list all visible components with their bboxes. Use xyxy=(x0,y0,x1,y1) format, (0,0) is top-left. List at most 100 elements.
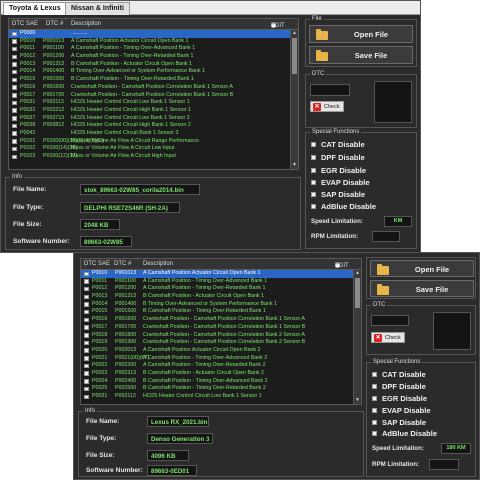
scrollbar-thumb[interactable] xyxy=(355,278,360,308)
scroll-down-icon[interactable]: ▼ xyxy=(354,397,361,404)
rpm-limitation-input[interactable] xyxy=(372,231,400,242)
checkbox-icon[interactable] xyxy=(84,279,89,284)
table-row[interactable]: P0013 P001313 B Camshaft Position - Actuat… xyxy=(81,293,353,301)
scroll-up-icon[interactable]: ▲ xyxy=(354,270,361,277)
table-row[interactable]: P0016 P001600 Crankshaft Position - Camsha… xyxy=(9,84,290,92)
speed-limitation-input[interactable]: KM xyxy=(384,216,412,227)
checkbox-icon[interactable] xyxy=(12,154,17,159)
checkbox-icon[interactable] xyxy=(12,39,17,44)
table-row[interactable]: P0000........... xyxy=(9,30,290,38)
cat-disable-checkbox[interactable]: CAT Disable xyxy=(311,140,365,149)
table-row[interactable]: P0103 P0100(12)(17) Mass or Volume Air Flo… xyxy=(9,153,290,161)
checkbox-icon[interactable] xyxy=(12,46,17,52)
checkbox-icon[interactable] xyxy=(84,302,89,307)
dtc-list[interactable]: DTC SAE DTC # Description EDIT P0000....… xyxy=(8,18,299,170)
table-row[interactable]: P0032 P003212 HO2S Heater Control Circuit … xyxy=(9,107,290,115)
scroll-up-icon[interactable]: ▲ xyxy=(291,30,298,37)
check-button[interactable]: ✕ Check xyxy=(371,332,405,343)
scrollbar-thumb[interactable] xyxy=(292,38,297,74)
checkbox-icon[interactable] xyxy=(12,93,17,98)
table-row[interactable]: P0020 P002013 A Camshaft Position Actuator… xyxy=(81,347,353,355)
table-row[interactable]: P0017 P001700 Crankshaft Position - Camsha… xyxy=(81,324,353,332)
table-row[interactable]: P0014 P001400 B Timing Over-Advanced or Sy… xyxy=(9,68,290,76)
checkbox-icon[interactable] xyxy=(84,348,89,353)
scroll-down-icon[interactable]: ▼ xyxy=(291,162,298,169)
table-row[interactable]: P0042 HO2S Heater Control Circuit Bank 1 … xyxy=(9,130,290,138)
table-row[interactable]: P0031 P003113 HO2S Heater Control Circuit … xyxy=(9,99,290,107)
save-file-button[interactable]: Save File xyxy=(370,280,474,297)
table-row[interactable]: P0101 P0100(00)(10)(0)(4)(8)(C) Mass or Vo… xyxy=(9,138,290,146)
checkbox-icon[interactable] xyxy=(84,394,89,399)
checkbox-icon[interactable] xyxy=(84,271,89,276)
dtc-input[interactable] xyxy=(371,315,409,326)
open-file-button[interactable]: Open File xyxy=(309,25,413,43)
table-row[interactable]: P0010 P001013 A Camshaft Position Actuator… xyxy=(9,38,290,46)
table-row[interactable]: P0031 P003113 HO2S Heater Control Circuit … xyxy=(81,393,353,401)
table-row[interactable]: P0019 P001900 Crankshaft Position - Camsha… xyxy=(81,339,353,347)
tab-toyota-lexus[interactable]: Toyota & Lexus xyxy=(3,2,67,15)
table-row[interactable]: P0011 P001100 A Camshaft Position - Timing… xyxy=(9,45,290,53)
open-file-button[interactable]: Open File xyxy=(370,260,474,277)
checkbox-icon[interactable] xyxy=(12,54,17,60)
dtc-input[interactable] xyxy=(310,84,350,96)
table-row[interactable]: P0012 P001200 A Camshaft Position - Timing… xyxy=(9,53,290,61)
checkbox-icon[interactable] xyxy=(12,100,17,106)
table-row[interactable]: P0016 P001600 Crankshaft Position - Camsha… xyxy=(81,316,353,324)
egr-disable-checkbox[interactable]: EGR Disable xyxy=(372,394,427,403)
table-row[interactable]: P0025 P002500 B Camshaft Position - Timing… xyxy=(81,385,353,393)
dtc-list[interactable]: DTC SAE DTC # Description EDIT P0010 P001… xyxy=(80,258,362,405)
checkbox-icon[interactable] xyxy=(12,77,17,83)
table-row[interactable]: P0015 P001500 B Camshaft Position - Timing… xyxy=(9,76,290,84)
table-row[interactable]: P0013 P001313 B Camshaft Position - Actuat… xyxy=(9,61,290,69)
dtc-list-scrollbar[interactable]: ▲ ▼ xyxy=(353,270,361,404)
sap-disable-checkbox[interactable]: SAP Disable xyxy=(311,190,365,199)
save-file-button[interactable]: Save File xyxy=(309,46,413,64)
check-button[interactable]: ✕ Check xyxy=(310,101,344,112)
checkbox-icon[interactable] xyxy=(12,62,17,67)
column-description[interactable]: Description xyxy=(143,261,173,267)
dpf-disable-checkbox[interactable]: DPF Disable xyxy=(372,382,426,391)
egr-disable-checkbox[interactable]: EGR Disable xyxy=(311,166,366,175)
checkbox-icon[interactable] xyxy=(84,363,89,369)
adblue-disable-checkbox[interactable]: AdBlue Disable xyxy=(372,429,437,438)
checkbox-icon[interactable] xyxy=(84,309,89,315)
dtc-list-scrollbar[interactable]: ▲ ▼ xyxy=(290,30,298,169)
evap-disable-checkbox[interactable]: EVAP Disable xyxy=(311,178,370,187)
checkbox-icon[interactable] xyxy=(84,386,89,392)
checkbox-icon[interactable] xyxy=(12,123,17,129)
checkbox-icon[interactable] xyxy=(84,325,89,330)
checkbox-icon[interactable] xyxy=(12,69,17,75)
tab-nissan-infiniti[interactable]: Nissan & Infiniti xyxy=(65,2,130,15)
checkbox-icon[interactable] xyxy=(84,340,89,346)
sap-disable-checkbox[interactable]: SAP Disable xyxy=(372,418,426,427)
checkbox-icon[interactable] xyxy=(84,356,89,361)
table-row[interactable]: P0011 P001100 A Camshaft Position - Timing… xyxy=(81,278,353,286)
checkbox-icon[interactable] xyxy=(12,85,17,90)
checkbox-icon[interactable] xyxy=(84,379,89,384)
column-dtc-number[interactable]: DTC # xyxy=(46,21,63,27)
column-dtc-number[interactable]: DTC # xyxy=(114,261,131,267)
column-dtc-sae[interactable]: DTC SAE xyxy=(84,261,110,267)
table-row[interactable]: P0037 P003713 HO2S Heater Control Circuit … xyxy=(9,115,290,123)
table-row[interactable]: P0017 P001700 Crankshaft Position - Camsha… xyxy=(9,92,290,100)
checkbox-icon[interactable] xyxy=(84,371,89,376)
table-row[interactable]: P0024 P002400 B Camshaft Position - Timing… xyxy=(81,378,353,386)
table-row[interactable]: P0014 P001400 B Timing Over-Advanced or Sy… xyxy=(81,301,353,309)
checkbox-icon[interactable] xyxy=(84,294,89,300)
checkbox-icon[interactable] xyxy=(12,146,17,152)
checkbox-icon[interactable] xyxy=(12,108,17,113)
adblue-disable-checkbox[interactable]: AdBlue Disable xyxy=(311,202,376,211)
rpm-limitation-input[interactable] xyxy=(429,459,459,470)
column-dtc-sae[interactable]: DTC SAE xyxy=(12,21,38,27)
checkbox-icon[interactable] xyxy=(84,286,89,292)
checkbox-icon[interactable] xyxy=(12,116,17,121)
checkbox-icon[interactable] xyxy=(12,31,17,36)
table-row[interactable]: P0038 P003812 HO2S Heater Control Circuit … xyxy=(9,122,290,130)
speed-limitation-input[interactable]: 180 KM xyxy=(441,443,471,454)
table-row[interactable]: P0015 P001500 B Camshaft Position - Timing… xyxy=(81,308,353,316)
table-row[interactable]: P0018 P001800 Crankshaft Position - Camsha… xyxy=(81,332,353,340)
checkbox-icon[interactable] xyxy=(12,131,17,136)
table-row[interactable]: P0023 P002313 B Camshaft Position - Actuat… xyxy=(81,370,353,378)
table-row[interactable]: P0022 P002200 A Camshaft Position - Timing… xyxy=(81,362,353,370)
evap-disable-checkbox[interactable]: EVAP Disable xyxy=(372,406,431,415)
